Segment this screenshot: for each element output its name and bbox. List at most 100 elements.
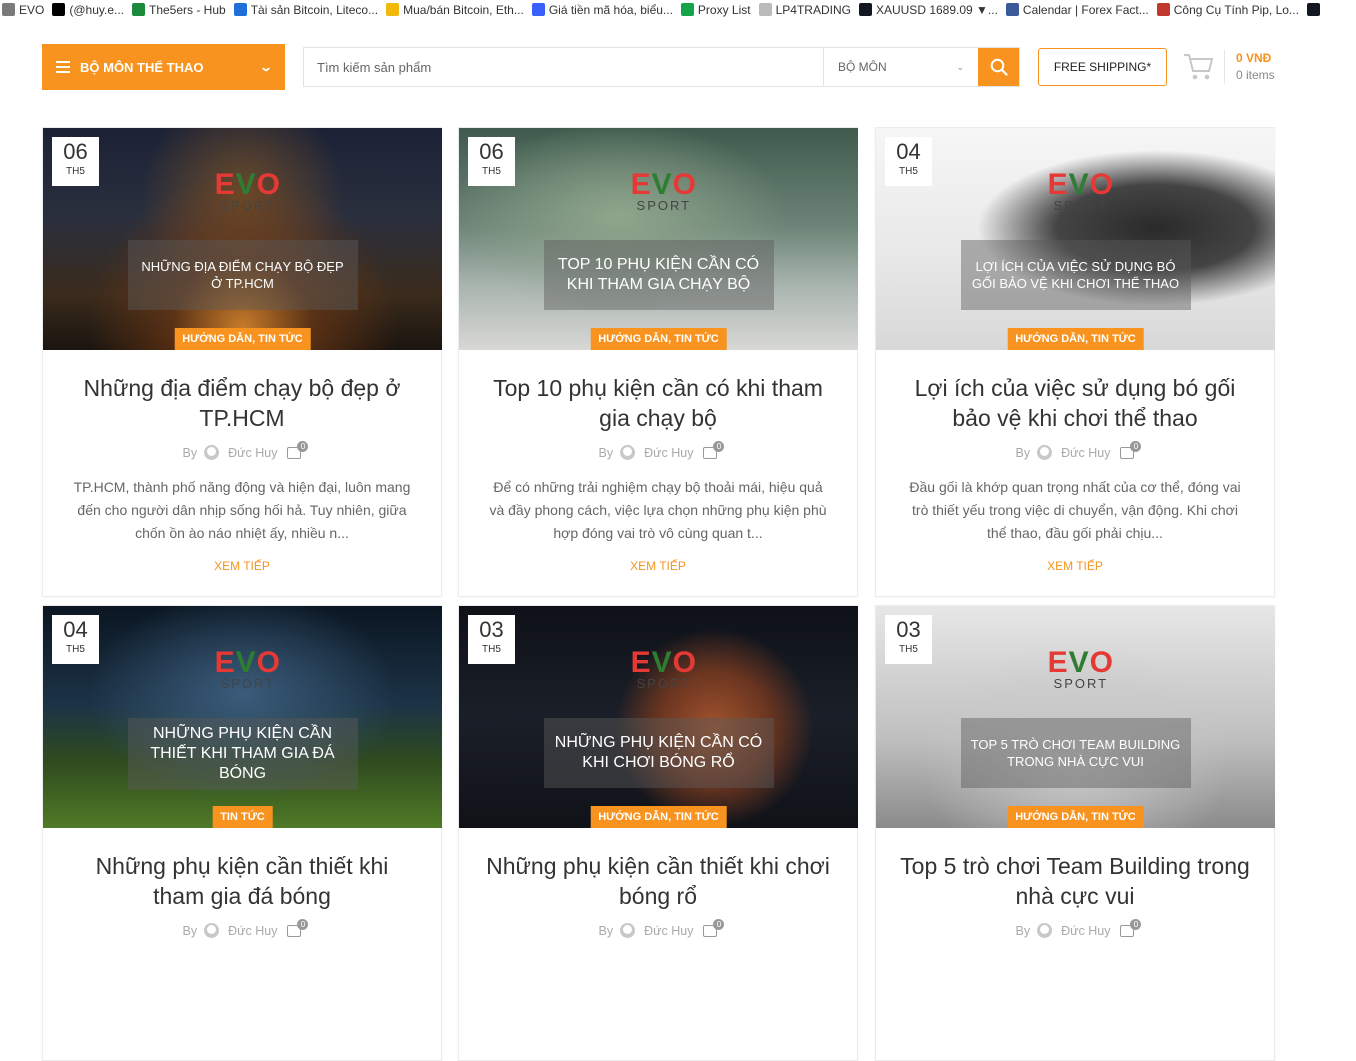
- read-more-link[interactable]: [876, 1037, 1274, 1060]
- post-title[interactable]: Top 10 phụ kiện cần có khi tham gia chạy…: [483, 373, 833, 433]
- post-by-label: By: [598, 923, 614, 938]
- post-title[interactable]: Lợi ích của việc sử dụng bó gối bảo vệ k…: [900, 373, 1250, 433]
- post-title[interactable]: Những địa điểm chạy bộ đẹp ở TP.HCM: [67, 373, 417, 433]
- post-card[interactable]: 03 TH5 EVO SPORT TOP 5 TRÒ CHƠI TEAM BUI…: [875, 605, 1275, 1061]
- post-meta: By Đức Huy 0: [43, 918, 441, 938]
- post-author[interactable]: Đức Huy: [1061, 924, 1110, 938]
- search-icon: [990, 58, 1008, 76]
- read-more-link[interactable]: XEM TIẾP: [876, 559, 1274, 596]
- post-title[interactable]: Top 5 trò chơi Team Building trong nhà c…: [900, 851, 1250, 911]
- post-day: 03: [896, 617, 921, 642]
- post-day: 06: [479, 139, 504, 164]
- post-by-label: By: [182, 923, 198, 938]
- comment-count: 0: [713, 918, 725, 930]
- post-author[interactable]: Đức Huy: [644, 924, 693, 938]
- bookmark-item[interactable]: Giá tiền mã hóa, biểu...: [530, 0, 679, 19]
- post-card[interactable]: 04 TH5 EVO SPORT LỢI ÍCH CỦA VIỆC SỬ DỤN…: [875, 127, 1275, 597]
- bookmark-label: The5ers - Hub: [149, 2, 226, 17]
- post-thumbnail[interactable]: 03 TH5 EVO SPORT TOP 5 TRÒ CHƠI TEAM BUI…: [876, 606, 1275, 828]
- category-menu-button[interactable]: BỘ MÔN THỂ THAO ⌄: [42, 44, 285, 90]
- comment-count: 0: [713, 440, 725, 452]
- post-card[interactable]: 03 TH5 EVO SPORT NHỮNG PHỤ KIỆN CẦN CÓ K…: [458, 605, 858, 1061]
- comment-icon[interactable]: 0: [287, 918, 309, 937]
- post-excerpt: Để có những trải nghiệm chạy bộ thoải má…: [489, 479, 827, 541]
- bookmark-item[interactable]: (@huy.e...: [50, 0, 130, 19]
- bookmark-label: LP4TRADING: [775, 2, 851, 17]
- post-author[interactable]: Đức Huy: [228, 446, 277, 460]
- read-more-link[interactable]: [459, 1037, 857, 1060]
- comment-icon[interactable]: 0: [703, 918, 725, 937]
- avatar: [620, 923, 636, 938]
- comment-icon[interactable]: 0: [703, 440, 725, 459]
- comment-count: 0: [1130, 440, 1142, 452]
- thumbnail-overlay-title: NHỮNG PHỤ KIỆN CẦN THIẾT KHI THAM GIA ĐÁ…: [127, 718, 358, 790]
- post-category-tags[interactable]: HƯỚNG DẪN, TIN TỨC: [1007, 328, 1144, 350]
- calculator-icon: [1156, 3, 1170, 16]
- bookmark-item[interactable]: The5ers - Hub: [130, 0, 232, 19]
- post-author[interactable]: Đức Huy: [644, 446, 693, 460]
- post-day: 06: [63, 139, 88, 164]
- bookmark-item[interactable]: Mua/bán Bitcoin, Eth...: [384, 0, 530, 19]
- comment-icon[interactable]: 0: [1120, 918, 1142, 937]
- post-thumbnail[interactable]: 04 TH5 EVO SPORT LỢI ÍCH CỦA VIỆC SỬ DỤN…: [876, 128, 1275, 350]
- avatar: [1037, 445, 1053, 460]
- bookmark-label: Tài sản Bitcoin, Liteco...: [250, 2, 379, 17]
- search-input[interactable]: [304, 48, 823, 86]
- hamburger-icon: [56, 61, 70, 73]
- bookmark-item[interactable]: XAUUSD 1689.09 ▼...: [857, 0, 1004, 19]
- post-category-tags[interactable]: HƯỚNG DẪN, TIN TỨC: [590, 806, 727, 828]
- post-card[interactable]: 06 TH5 EVO SPORT TOP 10 PHỤ KIỆN CẦN CÓ …: [458, 127, 858, 597]
- post-title[interactable]: Những phụ kiện cần thiết khi tham gia đá…: [67, 851, 417, 911]
- thumbnail-overlay-title: TOP 5 TRÒ CHƠI TEAM BUILDING TRONG NHÀ C…: [960, 718, 1191, 788]
- binance-icon: [386, 3, 400, 16]
- bookmark-item[interactable]: Tài sản Bitcoin, Liteco...: [232, 0, 384, 19]
- post-excerpt: Đầu gối là khớp quan trọng nhất của cơ t…: [909, 479, 1241, 541]
- search-button[interactable]: [978, 48, 1019, 86]
- post-author[interactable]: Đức Huy: [1061, 446, 1110, 460]
- post-category-tags[interactable]: HƯỚNG DẪN, TIN TỨC: [1007, 806, 1144, 828]
- bookmark-item[interactable]: [1305, 0, 1330, 19]
- post-thumbnail[interactable]: 04 TH5 EVO SPORT NHỮNG PHỤ KIỆN CẦN THIẾ…: [43, 606, 442, 828]
- cart-item-count: 0 items: [1236, 68, 1275, 82]
- post-day: 04: [63, 617, 88, 642]
- free-shipping-button[interactable]: FREE SHIPPING*: [1038, 48, 1167, 86]
- post-author[interactable]: Đức Huy: [228, 924, 277, 938]
- bookmark-item[interactable]: Proxy List: [679, 0, 757, 19]
- post-category-tags[interactable]: HƯỚNG DẪN, TIN TỨC: [174, 328, 311, 350]
- bookmark-item[interactable]: LP4TRADING: [757, 0, 857, 19]
- post-month: TH5: [899, 644, 918, 655]
- read-more-link[interactable]: XEM TIẾP: [459, 559, 857, 596]
- post-thumbnail[interactable]: 03 TH5 EVO SPORT NHỮNG PHỤ KIỆN CẦN CÓ K…: [459, 606, 858, 828]
- read-more-link[interactable]: XEM TIẾP: [43, 559, 441, 596]
- post-date-badge: 04 TH5: [885, 137, 932, 186]
- post-title[interactable]: Những phụ kiện cần thiết khi chơi bóng r…: [483, 851, 833, 911]
- post-thumbnail[interactable]: 06 TH5 EVO SPORT NHỮNG ĐỊA ĐIỂM CHẠY BỘ …: [43, 128, 442, 350]
- post-card[interactable]: 06 TH5 EVO SPORT NHỮNG ĐỊA ĐIỂM CHẠY BỘ …: [42, 127, 442, 597]
- coinmarketcap-icon: [531, 3, 545, 16]
- avatar: [204, 445, 220, 460]
- thumbnail-overlay-title: LỢI ÍCH CỦA VIỆC SỬ DỤNG BÓ GỐI BẢO VỆ K…: [960, 240, 1191, 310]
- evo-sport-logo: EVO SPORT: [1047, 646, 1114, 692]
- comment-icon[interactable]: 0: [287, 440, 309, 459]
- cart-button[interactable]: [1182, 50, 1218, 84]
- bookmark-label: Công Cụ Tính Pip, Lo...: [1173, 2, 1299, 17]
- comment-icon[interactable]: 0: [1120, 440, 1142, 459]
- post-card[interactable]: 04 TH5 EVO SPORT NHỮNG PHỤ KIỆN CẦN THIẾ…: [42, 605, 442, 1061]
- post-category-tags[interactable]: TIN TỨC: [212, 806, 273, 828]
- bookmark-label: Calendar | Forex Fact...: [1022, 2, 1149, 17]
- category-select[interactable]: BỘ MÔN ⌄: [823, 48, 978, 86]
- bookmark-item[interactable]: EVO: [0, 0, 50, 19]
- bookmark-item[interactable]: Công Cụ Tính Pip, Lo...: [1155, 0, 1305, 19]
- post-date-badge: 03 TH5: [885, 615, 932, 664]
- category-select-value: BỘ MÔN: [838, 60, 887, 74]
- post-by-label: By: [598, 445, 614, 460]
- bookmark-label: EVO: [19, 2, 45, 17]
- post-month: TH5: [66, 166, 85, 177]
- post-category-tags[interactable]: HƯỚNG DẪN, TIN TỨC: [590, 328, 727, 350]
- post-thumbnail[interactable]: 06 TH5 EVO SPORT TOP 10 PHỤ KIỆN CẦN CÓ …: [459, 128, 858, 350]
- mountain-icon: [233, 3, 247, 16]
- bookmark-item[interactable]: Calendar | Forex Fact...: [1004, 0, 1155, 19]
- post-date-badge: 04 TH5: [52, 615, 99, 664]
- read-more-link[interactable]: [43, 1037, 441, 1060]
- tiktok-icon: [52, 3, 66, 16]
